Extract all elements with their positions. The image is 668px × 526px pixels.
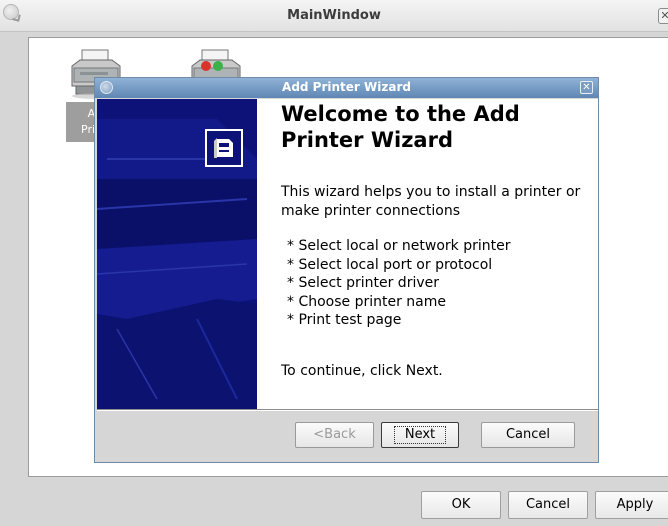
back-button[interactable]: <Back — [295, 422, 374, 448]
wizard-heading: Welcome to the Add Printer Wizard — [281, 102, 520, 152]
wizard-step: * Select local or network printer — [287, 238, 511, 254]
wizard-step: * Choose printer name — [287, 293, 447, 310]
wizard-cancel-button[interactable]: Cancel — [481, 422, 575, 448]
apply-button[interactable]: Apply — [595, 491, 668, 519]
main-titlebar: MainWindow ✕ — [0, 0, 668, 32]
cancel-button[interactable]: Cancel — [508, 491, 588, 519]
ok-button[interactable]: OK — [421, 491, 501, 519]
main-window-title: MainWindow — [287, 8, 381, 23]
wizard-body: Welcome to the Add Printer Wizard This w… — [257, 99, 598, 409]
wizard-step: * Print test page — [287, 312, 402, 328]
wizard-step: * Select printer driver — [287, 275, 439, 291]
wizard-close-icon[interactable]: ✕ — [580, 81, 593, 94]
wizard-title: Add Printer Wizard — [282, 80, 411, 94]
wizard-titlebar: Add Printer Wizard ✕ — [95, 78, 598, 98]
wizard-logo-icon — [205, 129, 243, 167]
next-button-label: Next — [393, 426, 447, 444]
wizard-intro-text: This wizard helps you to install a print… — [281, 184, 581, 219]
wizard-continue-text: To continue, click Next. — [281, 363, 443, 379]
wizard-divider — [97, 409, 598, 411]
wizard-side-panel — [97, 99, 257, 409]
next-button[interactable]: Next — [381, 422, 459, 448]
main-close-icon[interactable]: ✕ — [658, 8, 668, 24]
wizard-step: * Select local port or protocol — [287, 256, 493, 273]
wizard-steps-list: * Select local or network printer * Sele… — [287, 237, 587, 330]
add-printer-wizard-dialog: Add Printer Wizard ✕ Welcome to the Add … — [94, 77, 599, 463]
